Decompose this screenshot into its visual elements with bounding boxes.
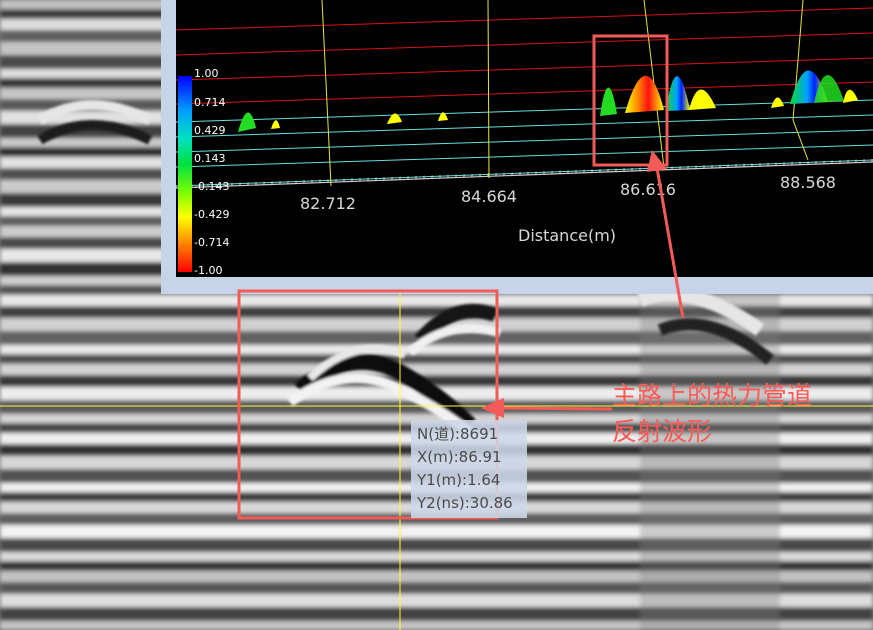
amplitude-peaks	[238, 70, 858, 132]
distance-tick-label-1: 82.712	[300, 194, 356, 213]
grid-lines-cyan	[175, 99, 873, 187]
scale-label-6: -0.429	[194, 208, 230, 221]
distance-tick-label-4: 88.568	[780, 173, 836, 192]
scale-label-2: 0.714	[194, 96, 226, 109]
readout-trace-number: N(道):8691	[417, 425, 499, 443]
color-scale-bar	[178, 76, 192, 272]
scale-label-8: -1.00	[194, 264, 223, 277]
readout-y1-depth: Y1(m):1.64	[417, 471, 501, 489]
readout-y2-time: Y2(ns):30.86	[417, 494, 513, 512]
readout-x-distance: X(m):86.91	[417, 448, 502, 466]
scale-label-5: -0.143	[194, 180, 230, 193]
cursor-readout-tooltip: N(道):8691 X(m):86.91 Y1(m):1.64 Y2(ns):3…	[411, 420, 527, 518]
annotation-line-2: 反射波形	[612, 417, 713, 446]
trace-guide-lines	[321, 0, 809, 187]
annotation-line-1: 主路上的热力管道	[612, 381, 813, 410]
scale-label-7: -0.714	[194, 236, 230, 249]
scale-label-4: 0.143	[194, 152, 226, 165]
pipe-annotation-text: 主路上的热力管道 反射波形	[612, 378, 870, 450]
scale-label-3: 0.429	[194, 124, 226, 137]
distance-tick-label-2: 84.664	[461, 187, 517, 206]
grid-lines-red	[175, 7, 873, 105]
distance-tick-label-3: 86.616	[620, 180, 676, 199]
distance-axis-title: Distance(m)	[518, 226, 617, 245]
scale-label-1: 1.00	[194, 67, 219, 80]
